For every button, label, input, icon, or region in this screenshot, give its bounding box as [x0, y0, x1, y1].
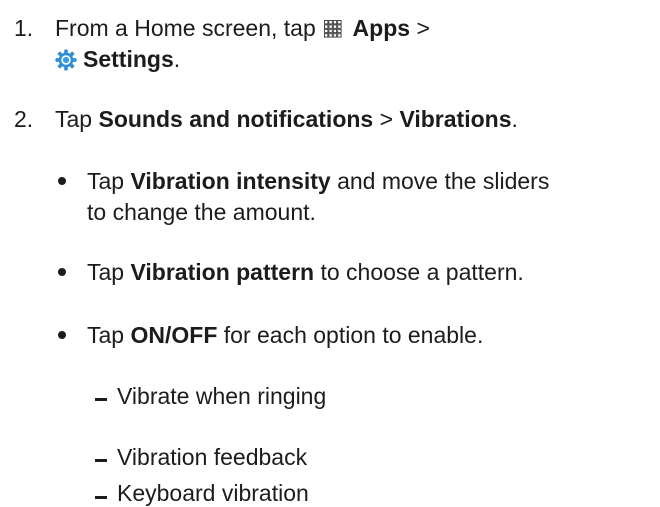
step-2-prefix: Tap [55, 106, 93, 132]
bullet-1-line-1: Tap Vibration intensity and move the sli… [87, 167, 549, 195]
step-1-text: From a Home screen, tap [55, 15, 316, 41]
bullet-dot-2 [58, 268, 66, 276]
bullet-1-rest: and move the sliders [337, 168, 550, 194]
step-2-period: . [511, 106, 518, 132]
bullet-2-prefix: Tap [87, 259, 125, 285]
apps-grid-icon [324, 20, 342, 38]
apps-label: Apps [352, 15, 411, 41]
step-2-separator: > [379, 106, 394, 132]
sub-item-dash-3 [95, 496, 107, 499]
settings-label: Settings [83, 46, 174, 72]
bullet-1-line-2: to change the amount. [87, 199, 316, 225]
settings-period: . [173, 46, 181, 72]
bullet-2-rest: to choose a pattern. [320, 259, 524, 285]
sub-item-vibration-feedback: Vibration feedback [117, 444, 308, 470]
apps-separator: > [416, 15, 430, 41]
bullet-dot-1 [58, 177, 66, 185]
bullet-dot-3 [58, 331, 66, 339]
bullet-3-line: Tap ON/OFF for each option to enable. [87, 321, 483, 349]
step-1-number: 1. [14, 15, 34, 41]
sub-item-dash-2 [95, 459, 107, 462]
vibration-pattern-label: Vibration pattern [130, 259, 315, 285]
vibration-intensity-label: Vibration intensity [130, 168, 331, 194]
bullet-1-prefix: Tap [87, 168, 125, 194]
bullet-2-line: Tap Vibration pattern to choose a patter… [87, 258, 524, 286]
sounds-and-notifications-label: Sounds and notifications [98, 106, 374, 132]
settings-gear-icon [55, 49, 77, 71]
vibrations-label: Vibrations [399, 106, 512, 132]
bullet-3-rest: for each option to enable. [223, 322, 484, 348]
sub-item-vibrate-when-ringing: Vibrate when ringing [117, 383, 327, 409]
bullet-3-prefix: Tap [87, 322, 125, 348]
instructions-document: 1. From a Home screen, tap Apps > Settin… [0, 0, 660, 506]
step-1-line-2: Settings. [55, 45, 180, 73]
sub-item-keyboard-vibration: Keyboard vibration [117, 480, 309, 506]
sub-item-dash-1 [95, 398, 107, 401]
on-off-label: ON/OFF [130, 322, 218, 348]
step-2-number: 2. [14, 106, 34, 132]
